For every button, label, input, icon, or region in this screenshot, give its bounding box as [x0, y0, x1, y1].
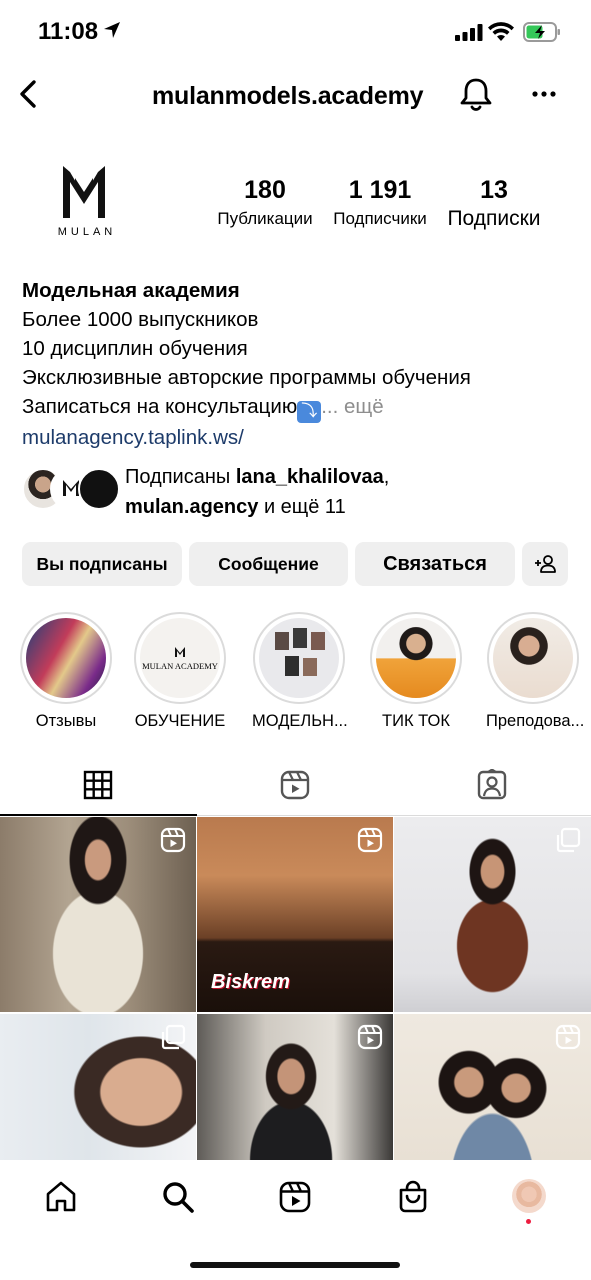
- battery-charging-icon: [523, 22, 560, 42]
- reels-icon: [280, 770, 310, 800]
- home-indicator: [190, 1262, 400, 1268]
- contact-button[interactable]: Связаться: [355, 542, 515, 586]
- profile-avatar[interactable]: MULAN: [22, 148, 152, 248]
- home-icon[interactable]: [44, 1180, 78, 1214]
- followed-by-row[interactable]: Подписаны lana_khalilovaa, mulan.agency …: [22, 462, 582, 518]
- highlight-cover: [259, 618, 339, 698]
- bio-line-cta: Записаться на консультацию ⤵... ещё: [22, 392, 582, 423]
- tab-tagged[interactable]: [394, 756, 591, 816]
- bio-more-link[interactable]: ... ещё: [321, 395, 383, 418]
- profile-display-name: Модельная академия: [22, 279, 240, 302]
- notification-dot: [526, 1219, 531, 1224]
- story-highlight[interactable]: ТИК ТОК: [369, 612, 463, 731]
- reel-badge-icon: [357, 1024, 383, 1050]
- profile-avatar-tab[interactable]: [512, 1179, 546, 1213]
- followers-count[interactable]: 1 191 Подписчики: [322, 176, 438, 229]
- add-person-icon: [535, 555, 556, 573]
- more-options-icon[interactable]: [530, 80, 558, 108]
- highlight-ring: [20, 612, 112, 704]
- arrow-down-emoji-icon: ⤵: [297, 401, 322, 423]
- suggested-users-button[interactable]: [522, 542, 568, 586]
- followed-by-user[interactable]: lana_khalilovaa: [236, 466, 384, 488]
- followed-by-separator: ,: [383, 466, 390, 488]
- location-arrow-icon: [104, 22, 120, 38]
- shop-bag-icon[interactable]: [396, 1180, 430, 1214]
- followed-by-text: Подписаны lana_khalilovaa, mulan.agency …: [125, 462, 389, 522]
- posts-count-label: Публикации: [217, 209, 313, 228]
- following-count-label: Подписки: [447, 207, 541, 230]
- bio-website-link[interactable]: mulanagency.taplink.ws/: [22, 423, 582, 452]
- post-thumbnail[interactable]: [394, 817, 591, 1012]
- profile-bio: Модельная академия Более 1000 выпускнико…: [22, 276, 582, 452]
- bio-line: Эксклюзивные авторские программы обучени…: [22, 366, 471, 389]
- highlight-cover: [376, 618, 456, 698]
- back-arrow-icon[interactable]: [12, 74, 48, 114]
- story-highlight[interactable]: МОДЕЛЬН...: [252, 612, 348, 731]
- followers-count-label: Подписчики: [333, 209, 427, 228]
- bio-cta-text: Записаться на консультацию: [22, 395, 298, 418]
- posts-count[interactable]: 180 Публикации: [205, 176, 325, 229]
- tagged-person-icon: [477, 769, 507, 800]
- bio-line: Более 1000 выпускников: [22, 308, 259, 331]
- story-highlight[interactable]: Преподова...: [486, 612, 585, 731]
- highlight-label: ОБУЧЕНИЕ: [134, 712, 226, 730]
- status-bar: 11:08: [0, 0, 591, 64]
- mulan-logo-icon: [175, 646, 185, 657]
- post-caption-text: Biskrem: [211, 971, 290, 993]
- tab-reels[interactable]: [197, 756, 394, 816]
- following-count-value: 13: [480, 176, 508, 204]
- followed-by-suffix: и ещё 11: [258, 496, 346, 518]
- highlight-cover-text: MULAN ACADEMY: [142, 660, 218, 671]
- reel-badge-icon: [357, 827, 383, 853]
- grid-icon: [83, 770, 113, 800]
- highlight-ring: [487, 612, 579, 704]
- story-highlight[interactable]: MULAN ACADEMY ОБУЧЕНИЕ: [133, 612, 227, 731]
- profile-username: mulanmodels.academy: [152, 82, 424, 110]
- highlight-ring: MULAN ACADEMY: [134, 612, 226, 704]
- profile-header: mulanmodels.academy: [0, 66, 591, 126]
- highlight-label: Преподова...: [486, 712, 585, 730]
- highlight-ring: [253, 612, 345, 704]
- reel-badge-icon: [160, 827, 186, 853]
- post-thumbnail[interactable]: [0, 817, 196, 1012]
- search-icon[interactable]: [161, 1180, 195, 1214]
- wifi-icon: [488, 22, 514, 41]
- bio-line: 10 дисциплин обучения: [22, 337, 248, 360]
- highlight-ring: [370, 612, 462, 704]
- highlight-label: МОДЕЛЬН...: [252, 712, 348, 730]
- post-thumbnail[interactable]: Biskrem: [197, 817, 393, 1012]
- highlight-cover: [26, 618, 106, 698]
- highlight-cover: MULAN ACADEMY: [140, 618, 220, 698]
- carousel-badge-icon: [556, 827, 581, 853]
- profile-action-buttons: Вы подписаны Сообщение Связаться: [22, 542, 570, 586]
- followed-by-user[interactable]: mulan.agency: [125, 496, 258, 518]
- highlight-cover: [493, 618, 573, 698]
- followed-by-prefix: Подписаны: [125, 466, 236, 488]
- story-highlight[interactable]: Отзывы: [19, 612, 113, 731]
- signal-icon: [455, 24, 483, 41]
- highlight-label: Отзывы: [35, 712, 97, 730]
- follower-avatar: [78, 468, 120, 510]
- following-count[interactable]: 13 Подписки: [438, 176, 550, 231]
- tab-posts-grid[interactable]: [0, 756, 197, 816]
- carousel-badge-icon: [161, 1024, 186, 1050]
- notification-bell-icon[interactable]: [458, 76, 494, 114]
- highlight-label: ТИК ТОК: [382, 712, 450, 730]
- message-button[interactable]: Сообщение: [189, 542, 348, 586]
- profile-tabs: [0, 756, 591, 816]
- following-button[interactable]: Вы подписаны: [22, 542, 182, 586]
- reel-badge-icon: [555, 1024, 581, 1050]
- followers-count-value: 1 191: [348, 176, 412, 204]
- posts-count-value: 180: [244, 176, 286, 204]
- status-time: 11:08: [38, 18, 99, 45]
- avatar-logo-text: MULAN: [57, 226, 117, 238]
- reels-icon[interactable]: [278, 1180, 312, 1214]
